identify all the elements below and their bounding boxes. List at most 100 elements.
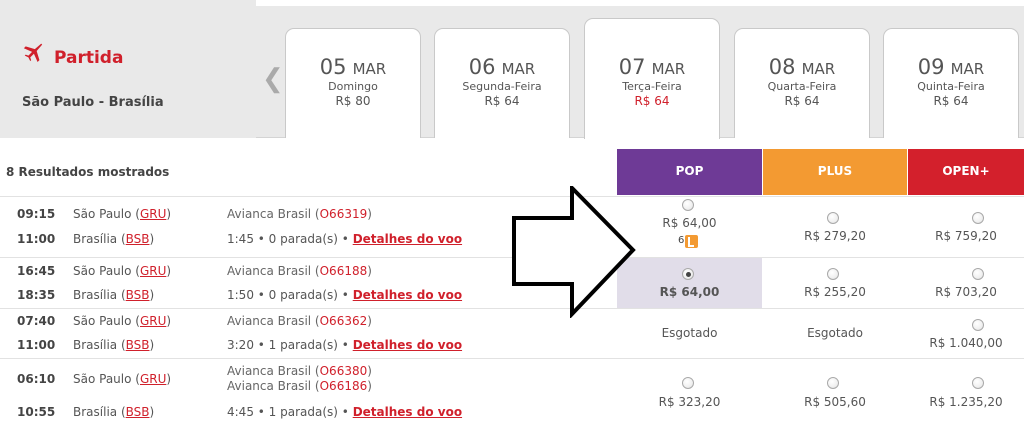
arrival-time: 18:35 bbox=[17, 288, 56, 302]
departure-city: São Paulo (GRU) bbox=[73, 372, 172, 386]
price-plus: R$ 255,20 bbox=[804, 285, 866, 299]
duration-info: 1:45 • 0 parada(s) • Detalhes do voo bbox=[227, 232, 463, 246]
price-open: R$ 703,20 bbox=[935, 285, 997, 299]
airport-code-link[interactable]: GRU bbox=[140, 207, 166, 221]
duration-info: 1:50 • 0 parada(s) • Detalhes do voo bbox=[227, 288, 463, 302]
date-tab[interactable]: 08 MAR Quarta-Feira R$ 64 bbox=[734, 28, 870, 138]
fare-header-open: OPEN+ bbox=[908, 149, 1024, 195]
fare-radio-pop-selected[interactable] bbox=[682, 268, 694, 280]
date-price: R$ 80 bbox=[335, 94, 371, 108]
origin-panel: Partida São Paulo - Brasília bbox=[0, 0, 256, 138]
chevron-left-icon[interactable]: ❮ bbox=[262, 64, 284, 94]
departure-city: São Paulo (GRU) bbox=[73, 314, 172, 328]
date-day: 06 bbox=[468, 55, 496, 79]
airport-code-link[interactable]: GRU bbox=[140, 264, 166, 278]
soldout-plus: Esgotado bbox=[807, 326, 863, 340]
fare-radio-plus[interactable] bbox=[827, 268, 839, 280]
departure-city: São Paulo (GRU) bbox=[73, 264, 172, 278]
price-plus: R$ 279,20 bbox=[804, 229, 866, 243]
date-day: 07 bbox=[618, 55, 646, 79]
departure-time: 16:45 bbox=[17, 264, 56, 278]
arrival-city: Brasília (BSB) bbox=[73, 338, 155, 352]
fare-radio-open[interactable] bbox=[972, 268, 984, 280]
arrival-time: 11:00 bbox=[17, 338, 56, 352]
departure-city: São Paulo (GRU) bbox=[73, 207, 172, 221]
arrival-city: Brasília (BSB) bbox=[73, 232, 155, 246]
date-tab[interactable]: 09 MAR Quinta-Feira R$ 64 bbox=[883, 28, 1019, 138]
date-price: R$ 64 bbox=[784, 94, 820, 108]
seats-left-count: 6 bbox=[678, 235, 685, 246]
airport-code-link[interactable]: BSB bbox=[126, 232, 150, 246]
arrival-city: Brasília (BSB) bbox=[73, 288, 155, 302]
seat-icon bbox=[685, 235, 698, 248]
airport-code-link[interactable]: BSB bbox=[126, 288, 150, 302]
plane-icon bbox=[23, 43, 43, 62]
date-month: MAR bbox=[651, 60, 686, 78]
fare-radio-open[interactable] bbox=[972, 319, 984, 331]
date-month: MAR bbox=[950, 60, 985, 78]
flight-number: O66362 bbox=[319, 314, 368, 328]
flight-number: O66380 bbox=[319, 364, 368, 378]
fare-radio-pop[interactable] bbox=[682, 199, 694, 211]
date-day: 05 bbox=[319, 55, 347, 79]
date-weekday: Quinta-Feira bbox=[917, 80, 985, 93]
duration-info: 4:45 • 1 parada(s) • Detalhes do voo bbox=[227, 405, 463, 419]
price-open: R$ 1.235,20 bbox=[929, 395, 1003, 409]
flight-number: O66186 bbox=[319, 379, 368, 393]
airport-code-link[interactable]: BSB bbox=[126, 405, 150, 419]
date-month: MAR bbox=[501, 60, 536, 78]
price-plus: R$ 505,60 bbox=[804, 395, 866, 409]
price-pop: R$ 64,00 bbox=[662, 216, 717, 230]
selected-fare-cell bbox=[617, 258, 762, 308]
fare-radio-open[interactable] bbox=[972, 377, 984, 389]
fare-radio-pop[interactable] bbox=[682, 377, 694, 389]
airline: Avianca Brasil (O66319) bbox=[227, 207, 372, 221]
date-day: 09 bbox=[917, 55, 945, 79]
date-tab[interactable]: 05 MAR Domingo R$ 80 bbox=[285, 28, 421, 138]
departure-time: 06:10 bbox=[17, 372, 56, 386]
price-pop: R$ 323,20 bbox=[658, 395, 721, 409]
date-weekday: Quarta-Feira bbox=[767, 80, 837, 93]
airport-code-link[interactable]: GRU bbox=[140, 314, 166, 328]
arrival-time: 11:00 bbox=[17, 232, 56, 246]
date-price: R$ 64 bbox=[933, 94, 969, 108]
airline-connection: Avianca Brasil (O66186) bbox=[227, 379, 372, 393]
flight-details-link[interactable]: Detalhes do voo bbox=[353, 232, 462, 246]
fare-radio-plus[interactable] bbox=[827, 212, 839, 224]
results-count: 8 Resultados mostrados bbox=[6, 165, 170, 179]
flight-number: O66319 bbox=[319, 207, 368, 221]
fare-radio-plus[interactable] bbox=[827, 377, 839, 389]
departure-time: 07:40 bbox=[17, 314, 56, 328]
date-weekday: Segunda-Feira bbox=[462, 80, 542, 93]
date-month: MAR bbox=[801, 60, 836, 78]
flight-details-link[interactable]: Detalhes do voo bbox=[353, 338, 462, 352]
date-tab[interactable]: 06 MAR Segunda-Feira R$ 64 bbox=[434, 28, 570, 138]
departure-time: 09:15 bbox=[17, 207, 56, 221]
price-open: R$ 759,20 bbox=[935, 229, 997, 243]
arrow-right-icon bbox=[512, 186, 636, 318]
date-day: 08 bbox=[768, 55, 796, 79]
fare-header-pop: POP bbox=[617, 149, 762, 195]
flight-number: O66188 bbox=[319, 264, 368, 278]
duration-info: 3:20 • 1 parada(s) • Detalhes do voo bbox=[227, 338, 463, 352]
fare-radio-open[interactable] bbox=[972, 212, 984, 224]
airline: Avianca Brasil (O66362) bbox=[227, 314, 372, 328]
price-open: R$ 1.040,00 bbox=[929, 336, 1003, 350]
soldout-pop: Esgotado bbox=[661, 326, 718, 340]
airline: Avianca Brasil (O66188) bbox=[227, 264, 372, 278]
date-tab-selected[interactable]: 07 MAR Terça-Feira R$ 64 bbox=[584, 18, 720, 139]
arrival-city: Brasília (BSB) bbox=[73, 405, 155, 419]
date-price: R$ 64 bbox=[634, 94, 670, 108]
date-price: R$ 64 bbox=[484, 94, 520, 108]
date-weekday: Domingo bbox=[328, 80, 378, 93]
airport-code-link[interactable]: BSB bbox=[126, 338, 150, 352]
airline: Avianca Brasil (O66380) bbox=[227, 364, 372, 378]
price-pop: R$ 64,00 bbox=[659, 285, 720, 299]
date-weekday: Terça-Feira bbox=[622, 80, 682, 93]
airport-code-link[interactable]: GRU bbox=[140, 372, 166, 386]
date-month: MAR bbox=[352, 60, 387, 78]
flight-details-link[interactable]: Detalhes do voo bbox=[353, 288, 462, 302]
route-label: São Paulo - Brasília bbox=[22, 95, 164, 110]
arrival-time: 10:55 bbox=[17, 405, 56, 419]
flight-details-link[interactable]: Detalhes do voo bbox=[353, 405, 462, 419]
